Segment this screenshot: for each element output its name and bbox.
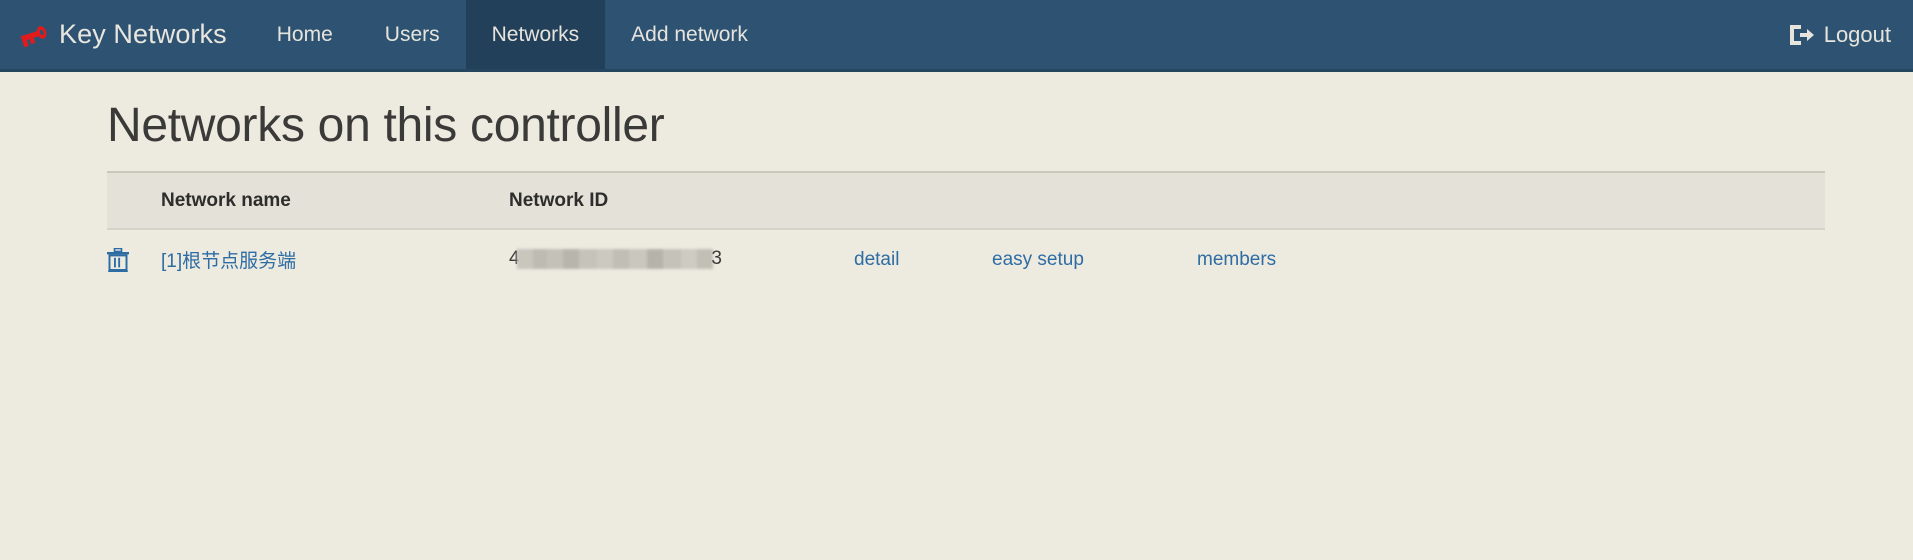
- cell-members: members: [1197, 229, 1825, 290]
- network-id-redacted: 4 3: [509, 248, 722, 270]
- cell-network-id: 4 3: [509, 229, 854, 290]
- logout-label: Logout: [1823, 21, 1891, 47]
- top-navbar: Key Networks Home Users Networks Add net…: [0, 0, 1913, 72]
- col-header-members: [1197, 171, 1825, 230]
- navbar-right: Logout: [1788, 0, 1913, 69]
- network-id-suffix: 3: [711, 248, 722, 270]
- nav-item-home[interactable]: Home: [251, 0, 359, 69]
- cell-detail: detail: [854, 229, 992, 290]
- col-header-easy-setup: [992, 171, 1197, 230]
- nav-item-users[interactable]: Users: [359, 0, 466, 69]
- members-link[interactable]: members: [1197, 249, 1276, 270]
- detail-link[interactable]: detail: [854, 249, 899, 270]
- networks-table: Network name Network ID [1]根节点服务端 4 3 de…: [107, 171, 1825, 290]
- col-header-delete: [107, 171, 161, 230]
- redaction-mosaic: [517, 249, 713, 270]
- table-row: [1]根节点服务端 4 3 detail easy setup members: [107, 229, 1825, 290]
- nav-item-add-network[interactable]: Add network: [605, 0, 774, 69]
- cell-network-name: [1]根节点服务端: [161, 229, 509, 290]
- cell-easy-setup: easy setup: [992, 229, 1197, 290]
- col-header-network-id: Network ID: [509, 171, 854, 230]
- cell-delete: [107, 229, 161, 290]
- brand-title: Key Networks: [59, 19, 227, 49]
- trash-icon[interactable]: [107, 247, 161, 272]
- table-header-row: Network name Network ID: [107, 171, 1825, 230]
- nav-item-networks[interactable]: Networks: [465, 0, 606, 69]
- table-header: Network name Network ID: [107, 171, 1825, 230]
- main-content: Networks on this controller Network name…: [0, 72, 1913, 290]
- network-name-link[interactable]: [1]根节点服务端: [161, 251, 296, 272]
- logout-button[interactable]: Logout: [1788, 22, 1891, 48]
- col-header-network-name: Network name: [161, 171, 509, 230]
- table-body: [1]根节点服务端 4 3 detail easy setup members: [107, 229, 1825, 290]
- brand-logo[interactable]: Key Networks: [0, 0, 251, 69]
- easy-setup-link[interactable]: easy setup: [992, 249, 1084, 270]
- key-icon: [18, 22, 48, 48]
- sign-out-icon: [1788, 23, 1815, 47]
- nav-links: Home Users Networks Add network: [251, 0, 774, 69]
- col-header-detail: [854, 171, 992, 230]
- page-title: Networks on this controller: [107, 99, 665, 152]
